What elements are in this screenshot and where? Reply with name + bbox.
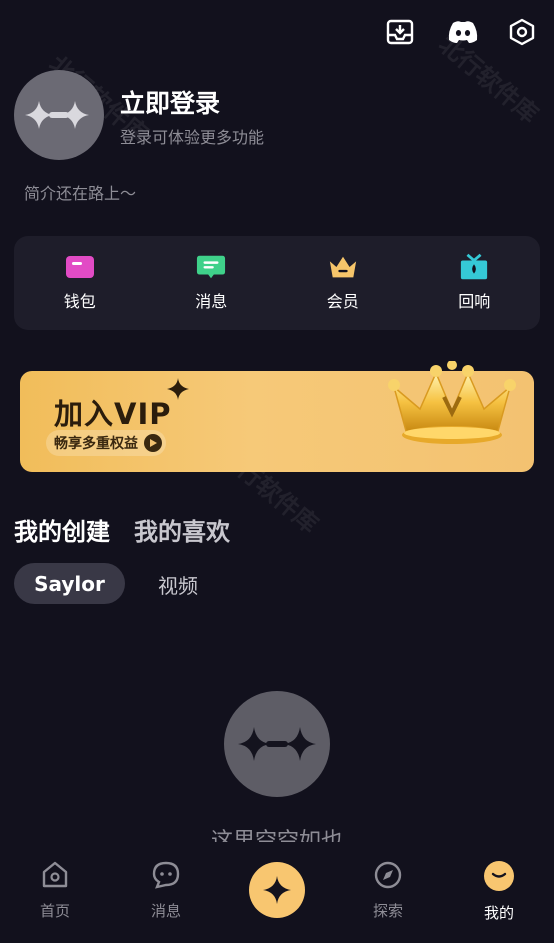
- profile-bio: 简介还在路上～: [24, 184, 137, 203]
- quick-action-label: 回响: [458, 292, 491, 311]
- quick-action-wallet[interactable]: 钱包: [14, 236, 146, 330]
- message-icon: [196, 254, 226, 280]
- nav-explore[interactable]: 探索: [348, 860, 428, 921]
- quick-action-label: 消息: [195, 292, 228, 311]
- sparkle-star-icon: [166, 377, 190, 405]
- nav-home[interactable]: 首页: [15, 860, 95, 921]
- tab-my-creations[interactable]: 我的创建: [14, 512, 110, 547]
- vip-benefits-pill[interactable]: 畅享多重权益: [46, 430, 166, 456]
- gift-icon: [459, 253, 489, 280]
- discord-icon[interactable]: [447, 16, 479, 48]
- compass-icon: [373, 860, 403, 894]
- create-button[interactable]: [249, 862, 305, 918]
- vip-title: 加入VIP: [54, 397, 172, 431]
- settings-hexagon-icon[interactable]: [506, 16, 538, 48]
- crown-icon: [328, 254, 358, 280]
- nav-me[interactable]: 我的: [459, 860, 539, 923]
- vip-subtitle: 畅享多重权益: [54, 436, 138, 452]
- filter-chip-video[interactable]: 视频: [158, 570, 198, 599]
- quick-action-membership[interactable]: 会员: [277, 236, 409, 330]
- profile-face-icon: [483, 860, 515, 896]
- nav-label: 探索: [372, 902, 403, 920]
- play-icon: [144, 434, 162, 452]
- empty-state-logo-icon: [224, 691, 330, 797]
- wallet-icon: [65, 254, 95, 280]
- bottom-nav: 首页 消息 探索 我的: [0, 842, 554, 943]
- inbox-download-icon[interactable]: [384, 16, 416, 48]
- quick-action-label: 钱包: [63, 292, 96, 311]
- login-title[interactable]: 立即登录: [120, 84, 220, 120]
- sparkle-create-icon: [263, 876, 291, 904]
- avatar[interactable]: [14, 70, 104, 160]
- nav-label: 我的: [483, 904, 514, 922]
- quick-actions-card: 钱包 消息 会员 回响: [14, 236, 540, 330]
- vip-banner[interactable]: 加入VIP 畅享多重权益: [20, 360, 534, 472]
- nav-label: 消息: [150, 902, 181, 920]
- sparkle-logo-icon: [25, 101, 89, 129]
- quick-action-message[interactable]: 消息: [146, 236, 278, 330]
- vip-crown-icon: [386, 360, 518, 457]
- chat-bubble-icon: [151, 860, 181, 894]
- nav-messages[interactable]: 消息: [126, 860, 206, 921]
- quick-action-echo[interactable]: 回响: [409, 236, 541, 330]
- login-subtitle: 登录可体验更多功能: [120, 128, 265, 147]
- nav-label: 首页: [39, 902, 70, 920]
- tab-my-likes[interactable]: 我的喜欢: [134, 512, 230, 547]
- filter-chip-saylor[interactable]: Saylor: [14, 563, 125, 604]
- home-icon: [40, 860, 70, 894]
- quick-action-label: 会员: [326, 292, 359, 311]
- empty-state-text: 这里空空如也: [210, 829, 343, 842]
